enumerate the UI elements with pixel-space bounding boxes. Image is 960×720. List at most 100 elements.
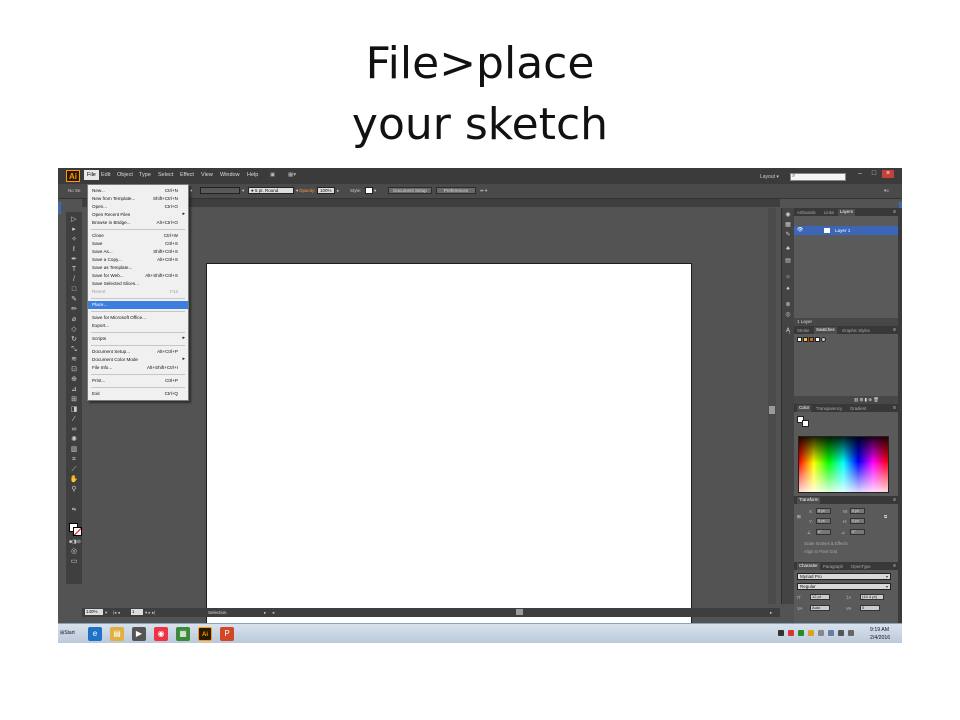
vertical-scrollbar[interactable] bbox=[768, 208, 776, 604]
zoom-level-field[interactable]: 140% bbox=[85, 609, 103, 615]
layer-name[interactable]: Layer 1 bbox=[835, 228, 850, 233]
swatch-white[interactable] bbox=[815, 337, 820, 342]
clock-date[interactable]: 2/4/2016 bbox=[870, 635, 890, 641]
media-player-icon[interactable]: ▶ bbox=[132, 627, 146, 641]
tab-links[interactable]: Links bbox=[824, 210, 834, 215]
status-menu-icon[interactable]: ▸ bbox=[264, 610, 266, 616]
panel-menu-icon[interactable]: ≡ bbox=[893, 209, 896, 215]
tab-gradient[interactable]: Gradient bbox=[850, 406, 866, 411]
color-panel-icon[interactable]: ▦ bbox=[784, 222, 792, 229]
color-mode-icons[interactable]: ■◨⊘ bbox=[69, 538, 81, 546]
powerpoint-icon[interactable]: P bbox=[220, 627, 234, 641]
bridge-icon[interactable]: ▣ bbox=[270, 172, 275, 178]
menu-view[interactable]: View bbox=[201, 172, 213, 178]
stroke-color-swatch[interactable] bbox=[73, 527, 82, 536]
tray-icon-1[interactable] bbox=[778, 630, 784, 636]
tray-icon-3[interactable] bbox=[798, 630, 804, 636]
warp-tool-icon[interactable]: ≋ bbox=[69, 356, 79, 364]
perspective-grid-tool-icon[interactable]: ⊿ bbox=[69, 386, 79, 394]
close-icon[interactable]: × bbox=[882, 170, 894, 178]
scale-tool-icon[interactable]: ⤡ bbox=[69, 346, 79, 354]
document-setup-button[interactable]: Document Setup bbox=[388, 187, 432, 194]
arrange-documents-icon[interactable]: ▦▾ bbox=[288, 172, 296, 178]
free-transform-tool-icon[interactable]: ⊡ bbox=[69, 366, 79, 374]
artboard-number-field[interactable]: 1 bbox=[131, 609, 143, 615]
menu-select[interactable]: Select bbox=[158, 172, 173, 178]
scale-strokes-option[interactable]: Scale Strokes & Effects bbox=[804, 541, 848, 546]
tab-paragraph[interactable]: Paragraph bbox=[823, 564, 843, 569]
lasso-tool-icon[interactable]: ℓ bbox=[69, 246, 79, 254]
type-tool-icon[interactable]: T bbox=[69, 266, 79, 274]
menu-item-print[interactable]: Print... Ctrl+P bbox=[88, 377, 188, 385]
line-tool-icon[interactable]: / bbox=[69, 276, 79, 284]
brushes-icon[interactable]: ✎ bbox=[784, 232, 792, 239]
paintbrush-tool-icon[interactable]: ✎ bbox=[69, 296, 79, 304]
zoom-dropdown-icon[interactable]: ▾ bbox=[105, 610, 107, 616]
tab-stroke[interactable]: Stroke bbox=[797, 328, 809, 333]
symbols-icon[interactable]: ♣ bbox=[784, 246, 792, 253]
gradient-tool-icon[interactable]: ◨ bbox=[69, 406, 79, 414]
blob-brush-tool-icon[interactable]: ⌀ bbox=[69, 316, 79, 324]
tab-artboards[interactable]: Artboards bbox=[797, 210, 816, 215]
menu-edit[interactable]: Edit bbox=[101, 172, 110, 178]
search-input[interactable]: ⌕ bbox=[790, 173, 846, 181]
network-icon[interactable] bbox=[838, 630, 844, 636]
scroll-right-icon[interactable]: ▸ bbox=[770, 610, 772, 616]
tab-transparency[interactable]: Transparency bbox=[816, 406, 842, 411]
menu-item-open[interactable]: Open... Ctrl+O bbox=[88, 203, 188, 211]
menu-item-save-for-office[interactable]: Save for Microsoft Office... bbox=[88, 314, 188, 322]
workspace-switcher[interactable]: Layout ▾ bbox=[760, 174, 779, 180]
blend-tool-icon[interactable]: ∞ bbox=[69, 426, 79, 434]
color-guide-icon[interactable]: ◉ bbox=[784, 212, 792, 219]
menu-item-browse-bridge[interactable]: Browse in Bridge... Alt+Ctrl+O bbox=[88, 219, 188, 227]
preferences-button[interactable]: Preferences bbox=[436, 187, 476, 194]
menu-item-document-setup[interactable]: Document Setup... Alt+Ctrl+P bbox=[88, 348, 188, 356]
rectangle-tool-icon[interactable]: □ bbox=[69, 286, 79, 294]
volume-icon[interactable] bbox=[848, 630, 854, 636]
menu-item-exit[interactable]: Exit Ctrl+Q bbox=[88, 390, 188, 398]
tab-graphic-styles[interactable]: Graphic Styles bbox=[842, 328, 870, 333]
menu-item-new[interactable]: New... Ctrl+N bbox=[88, 187, 188, 195]
opacity-label[interactable]: Opacity: bbox=[299, 188, 316, 193]
opacity-field[interactable]: 100% bbox=[317, 187, 335, 194]
h-field[interactable]: 0 pt bbox=[850, 518, 865, 524]
file-explorer-icon[interactable]: ▤ bbox=[110, 627, 124, 641]
menu-item-save[interactable]: Save Ctrl+S bbox=[88, 240, 188, 248]
eraser-tool-icon[interactable]: ◇ bbox=[69, 326, 79, 334]
artboard-nav-first-prev-icon[interactable]: |◂ ◂ bbox=[113, 610, 120, 616]
brush-definition-dropdown[interactable]: ● 5 pt. Round bbox=[248, 187, 294, 194]
chrome-icon[interactable]: ◉ bbox=[154, 627, 168, 641]
network-app-icon[interactable]: ▦ bbox=[176, 627, 190, 641]
pathfinder-icon[interactable]: ⊗ bbox=[784, 302, 792, 309]
arrange-icon[interactable]: ⇹ ▾ bbox=[480, 188, 487, 194]
tray-icon-4[interactable] bbox=[808, 630, 814, 636]
align-icon[interactable]: ♠ bbox=[784, 286, 792, 293]
tab-swatches[interactable]: Swatches bbox=[814, 327, 837, 334]
menu-item-document-color-mode[interactable]: Document Color Mode ▸ bbox=[88, 356, 188, 364]
rotate-tool-icon[interactable]: ↻ bbox=[69, 336, 79, 344]
menu-item-scripts[interactable]: Scripts ▸ bbox=[88, 335, 188, 343]
menu-effect[interactable]: Effect bbox=[180, 172, 194, 178]
slice-tool-icon[interactable]: ⟋ bbox=[69, 466, 79, 474]
menu-window[interactable]: Window bbox=[220, 172, 240, 178]
hand-tool-icon[interactable]: ✋ bbox=[69, 476, 79, 484]
appearance-icon[interactable]: ☼ bbox=[784, 274, 792, 281]
tracking-field[interactable]: 0 bbox=[860, 605, 880, 611]
menu-file[interactable]: File bbox=[84, 170, 99, 180]
clock-time[interactable]: 9:19 AM bbox=[870, 627, 889, 633]
tray-icon-5[interactable] bbox=[818, 630, 824, 636]
x-field[interactable]: 0 pt bbox=[816, 508, 831, 514]
tab-color[interactable]: Color bbox=[797, 405, 812, 412]
tab-opentype[interactable]: OpenType bbox=[851, 564, 871, 569]
minimize-icon[interactable]: – bbox=[854, 170, 866, 178]
swatch-gray[interactable] bbox=[821, 337, 826, 342]
color-stroke-swatch[interactable] bbox=[802, 420, 809, 427]
swatch-options-icons[interactable]: ▥ ⊞ ▮ ⊕ 🗑 bbox=[854, 397, 879, 403]
tab-character[interactable]: Character bbox=[797, 563, 820, 570]
swatch-yellow[interactable] bbox=[803, 337, 808, 342]
vertical-scroll-thumb[interactable] bbox=[769, 406, 775, 414]
stroke-arrow-icon[interactable]: ▾ bbox=[190, 188, 192, 194]
shear-field[interactable]: 0° bbox=[850, 529, 865, 535]
internet-explorer-icon[interactable]: e bbox=[88, 627, 102, 641]
screen-mode-icon[interactable]: ▭ bbox=[69, 558, 79, 566]
